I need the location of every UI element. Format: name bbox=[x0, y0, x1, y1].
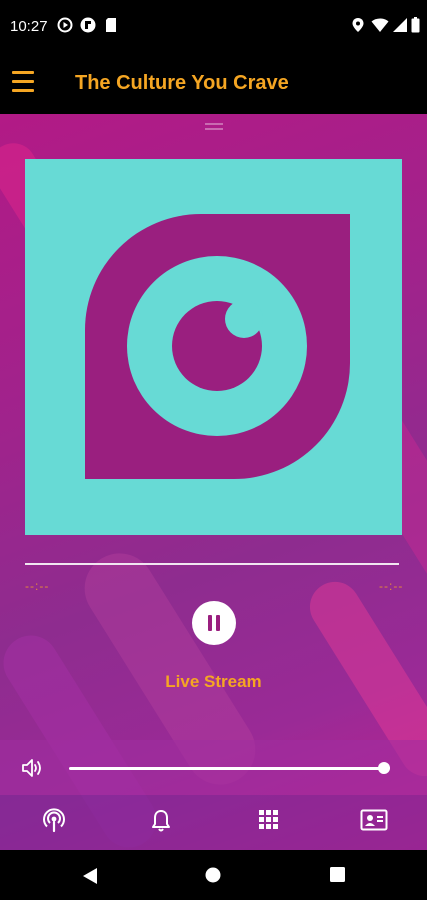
play-circle-icon bbox=[57, 17, 73, 33]
stream-label: Live Stream bbox=[165, 672, 262, 691]
system-navigation-bar bbox=[0, 850, 427, 900]
time-total: --:-- bbox=[379, 579, 404, 593]
notification-bell-icon[interactable] bbox=[150, 808, 172, 834]
drag-handle[interactable] bbox=[205, 123, 223, 133]
status-time: 10:27 bbox=[10, 18, 48, 35]
home-icon[interactable] bbox=[205, 867, 221, 883]
back-icon[interactable] bbox=[82, 867, 98, 885]
time-elapsed: --:-- bbox=[25, 579, 50, 593]
eye-logo-icon bbox=[85, 214, 350, 479]
volume-icon[interactable] bbox=[20, 756, 44, 780]
volume-control bbox=[0, 740, 427, 795]
volume-slider[interactable] bbox=[69, 767, 390, 770]
grid-apps-icon[interactable] bbox=[257, 808, 279, 830]
volume-slider-thumb[interactable] bbox=[377, 762, 390, 774]
wifi-icon bbox=[371, 18, 389, 32]
status-bar: 10:27 bbox=[0, 0, 427, 52]
recents-icon[interactable] bbox=[330, 867, 345, 882]
progress-bar[interactable] bbox=[25, 563, 399, 565]
player-screen: --:-- --:-- Live Stream bbox=[0, 114, 427, 850]
bottom-navigation bbox=[0, 795, 427, 850]
battery-icon bbox=[411, 17, 420, 33]
app-bar: The Culture You Crave bbox=[0, 52, 427, 114]
location-icon bbox=[352, 18, 364, 32]
contact-card-icon[interactable] bbox=[360, 808, 388, 832]
flipboard-icon bbox=[80, 17, 96, 33]
hamburger-menu-icon[interactable] bbox=[11, 69, 37, 95]
pause-button[interactable] bbox=[192, 601, 236, 645]
podcast-icon[interactable] bbox=[41, 808, 67, 834]
signal-icon bbox=[393, 18, 407, 32]
app-title: The Culture You Crave bbox=[75, 72, 289, 94]
album-artwork bbox=[25, 159, 402, 535]
sd-card-icon bbox=[106, 18, 116, 32]
